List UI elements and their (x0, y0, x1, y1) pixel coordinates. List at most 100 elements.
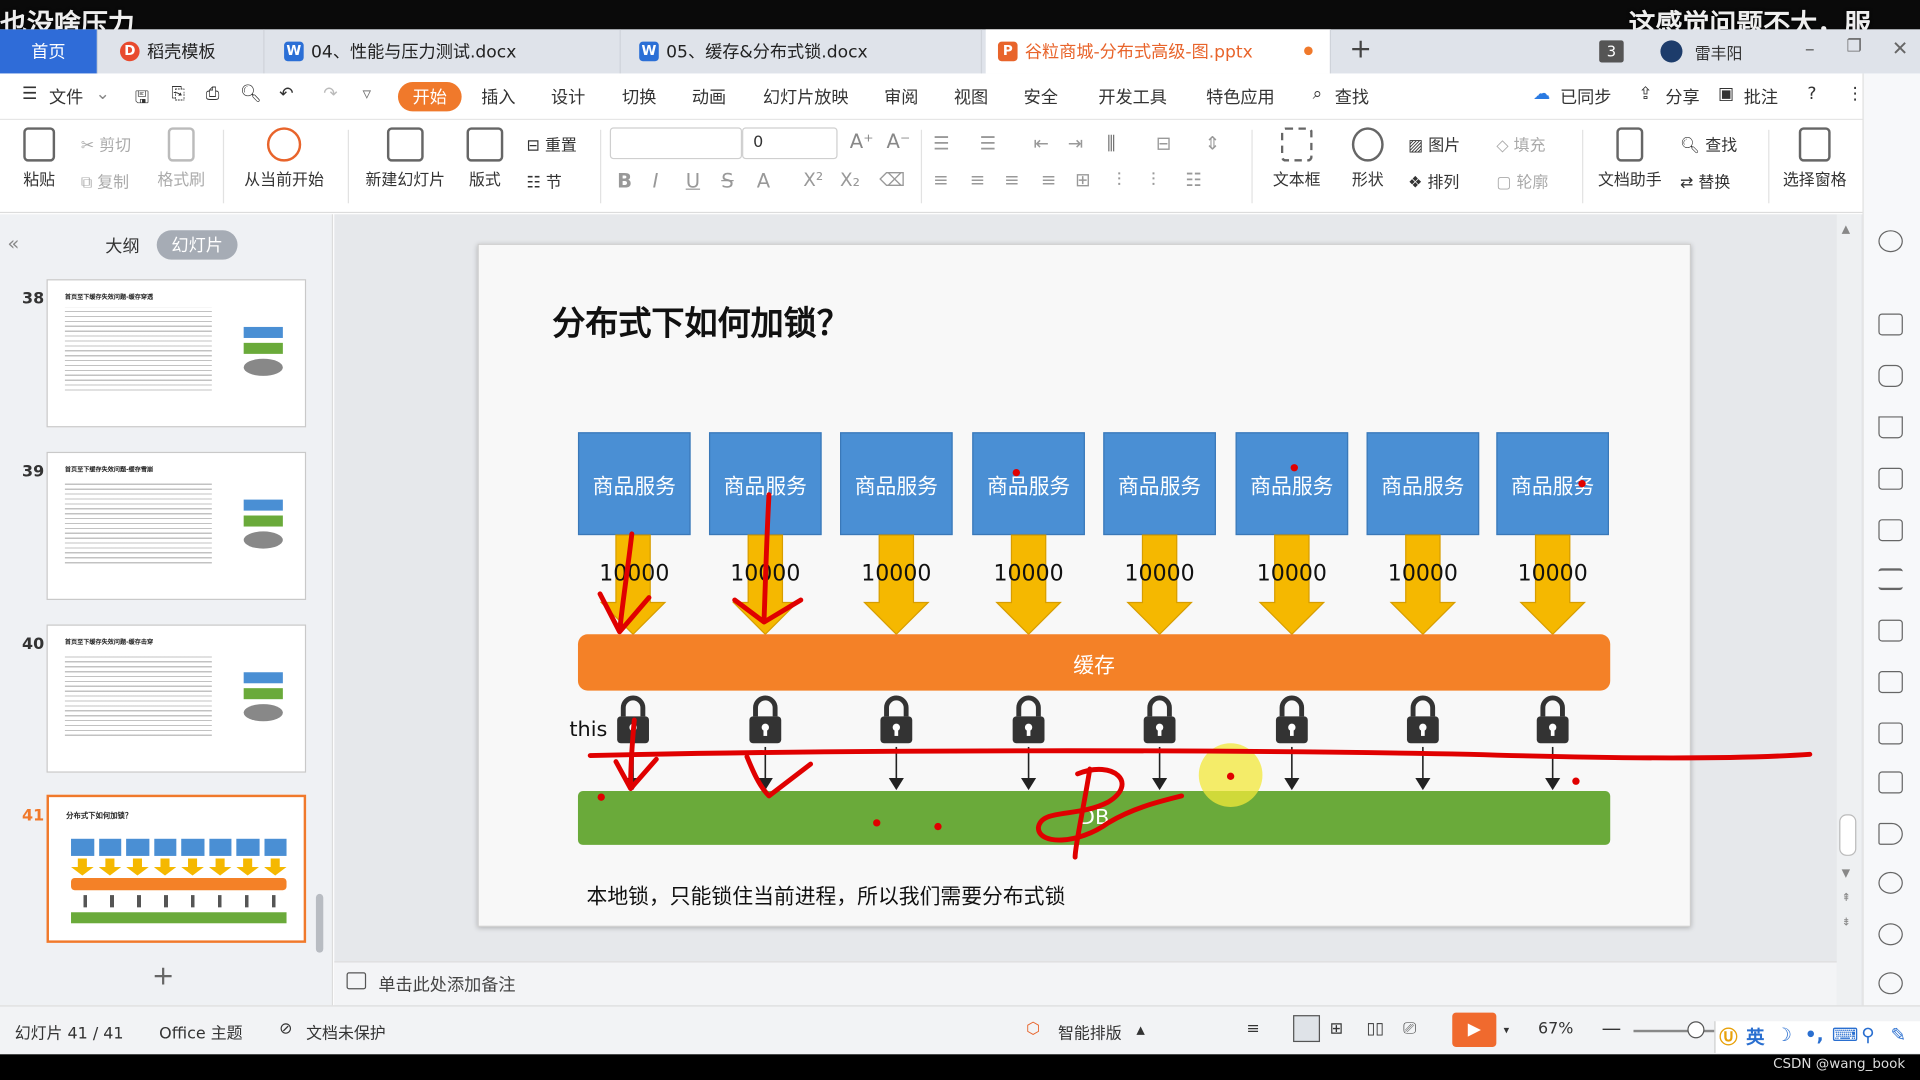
grid-icon[interactable] (1878, 467, 1903, 490)
slide-canvas[interactable]: 分布式下如何加锁？ 商品服务 商品服务 商品服务 商品服务 商品服务 商品服务 … (477, 243, 1692, 927)
outline-button[interactable]: ▢ 轮廓 (1496, 169, 1548, 192)
menu-special[interactable]: 特色应用 (1206, 84, 1275, 108)
tab-pptx-active[interactable]: P 谷粒商城-分布式高级-图.pptx (985, 29, 1332, 74)
slide-thumbnail-39[interactable]: 首页至下缓存失效问题-缓存雪崩 (46, 451, 307, 601)
user-name[interactable]: 雷丰阳 (1695, 40, 1743, 63)
slide-thumbnail-41[interactable]: 分布式下如何加锁？ (46, 794, 307, 943)
notes-placeholder[interactable]: 单击此处添加备注 (378, 972, 515, 996)
image-icon[interactable] (1878, 771, 1903, 794)
menu-insert[interactable]: 插入 (481, 84, 515, 108)
replace-button[interactable]: ⇄ 替换 (1680, 169, 1730, 192)
underline-icon[interactable]: U (686, 169, 700, 192)
ime-language[interactable]: 英 (1746, 1024, 1764, 1050)
export-panel-icon[interactable] (1878, 671, 1903, 694)
speaker-icon[interactable] (1878, 822, 1903, 845)
minimize-icon[interactable]: – (1805, 37, 1815, 60)
arrange-button[interactable]: ❖ 排列 (1408, 169, 1459, 192)
prev-slide-icon[interactable]: ⇞ (1842, 893, 1851, 905)
justify-icon[interactable]: ≡ (1041, 169, 1056, 191)
menu-view[interactable]: 视图 (954, 84, 988, 108)
paragraph-icon[interactable]: ☷ (1185, 169, 1201, 191)
doc-assistant-button[interactable]: 文档助手 (1594, 127, 1665, 190)
align-left-icon[interactable]: ≡ (933, 169, 948, 191)
shape-button[interactable]: 形状 (1342, 127, 1393, 190)
strikethrough-icon[interactable]: S (721, 169, 733, 192)
zoom-slider-handle[interactable] (1687, 1021, 1705, 1039)
more-dropdown-icon[interactable]: ▿ (362, 84, 371, 104)
subscript-icon[interactable]: X₂ (840, 169, 860, 191)
tab-home[interactable]: 首页 (0, 29, 98, 74)
history-icon[interactable] (1878, 923, 1903, 946)
tab-doc-04[interactable]: W 04、性能与压力测试.docx (272, 29, 621, 74)
columns-icon[interactable]: ⫶ (1117, 169, 1122, 191)
presenter-view-icon[interactable]: ⎚ (1403, 1020, 1416, 1038)
menu-design[interactable]: 设计 (551, 84, 585, 108)
copy-button[interactable]: ⧉ 复制 (81, 169, 129, 192)
clear-format-icon[interactable]: ⌫ (879, 169, 905, 191)
bullet-list-icon[interactable]: ☰ (933, 132, 949, 154)
new-tab-button[interactable]: + (1349, 34, 1372, 65)
menu-search[interactable]: 查找 (1335, 84, 1369, 108)
avatar[interactable] (1660, 40, 1683, 63)
punctuation-icon[interactable]: •, (1805, 1024, 1824, 1046)
chevron-down-icon[interactable]: ⌄ (96, 84, 110, 104)
search-icon[interactable]: ⌕ (1313, 84, 1323, 104)
redo-icon[interactable]: ↷ (323, 84, 337, 104)
menu-developer[interactable]: 开发工具 (1098, 84, 1167, 108)
user-icon[interactable]: ⚲ (1861, 1024, 1874, 1046)
zoom-out-icon[interactable]: — (1602, 1016, 1622, 1039)
next-slide-icon[interactable]: ⇟ (1842, 917, 1851, 929)
zoom-slider[interactable] (1633, 1029, 1720, 1033)
para-spacing-icon[interactable]: ⫶ (1151, 169, 1156, 191)
archive-icon[interactable] (1878, 722, 1903, 745)
indent-icon[interactable]: ⇥ (1068, 132, 1083, 154)
font-family-select[interactable] (609, 127, 743, 160)
chevron-up-icon[interactable]: ▲ (1136, 1025, 1144, 1037)
protect-status[interactable]: 文档未保护 (306, 1020, 386, 1043)
notes-toggle-icon[interactable]: ≡ (1247, 1020, 1260, 1038)
fill-button[interactable]: ◇ 填充 (1496, 132, 1545, 155)
textbox-button[interactable]: 文本框 (1264, 127, 1330, 190)
play-slideshow-button[interactable]: ▶ (1452, 1012, 1497, 1047)
picture-button[interactable]: ▨ 图片 (1408, 132, 1460, 155)
comment-button[interactable]: 批注 (1744, 84, 1778, 108)
slide-thumbnail-40[interactable]: 首页至下缓存失效问题-缓存击穿 (46, 624, 307, 773)
synced-status[interactable]: 已同步 (1560, 84, 1611, 108)
collapse-panel-icon[interactable]: « (7, 231, 19, 254)
italic-icon[interactable]: I (653, 169, 659, 192)
zoom-level[interactable]: 67% (1538, 1020, 1573, 1038)
theme-name[interactable]: Office 主题 (159, 1020, 242, 1043)
numbered-list-icon[interactable]: ☰ (980, 132, 996, 154)
add-slide-button[interactable]: + (152, 961, 175, 992)
font-color-icon[interactable]: A (757, 169, 770, 192)
save-icon[interactable]: 🖫 (135, 84, 150, 113)
menu-start[interactable]: 开始 (397, 82, 462, 112)
tab-outline[interactable]: 大纲 (105, 234, 139, 258)
print-preview-icon[interactable]: 🔍︎ (240, 84, 262, 104)
shape-panel-icon[interactable] (1878, 364, 1903, 387)
moon-icon[interactable]: ☽ (1776, 1024, 1792, 1046)
ime-logo-icon[interactable]: Ⓤ (1719, 1024, 1737, 1050)
print-icon[interactable]: ⎙ (206, 84, 220, 104)
db-bar[interactable]: DB (577, 791, 1611, 845)
bar-chart-icon[interactable] (1878, 519, 1903, 542)
menu-review[interactable]: 审阅 (884, 84, 918, 108)
tab-slides[interactable]: 幻灯片 (156, 230, 238, 260)
cut-button[interactable]: ✂ 剪切 (81, 132, 131, 155)
panel-scrollbar[interactable] (315, 893, 324, 953)
outdent-icon[interactable]: ⇤ (1033, 132, 1048, 154)
settings-sliders-icon[interactable] (1878, 568, 1903, 591)
align-right-icon[interactable]: ≡ (1004, 169, 1019, 191)
more-icon[interactable]: ⋮ (1847, 84, 1864, 104)
undo-icon[interactable]: ↶ (279, 84, 293, 104)
menu-security[interactable]: 安全 (1024, 84, 1058, 108)
paste-button[interactable]: 粘贴 (15, 127, 64, 190)
slide-thumbnail-38[interactable]: 首页至下缓存失效问题-缓存穿透 (46, 279, 307, 428)
menu-slideshow[interactable]: 幻灯片放映 (763, 84, 849, 108)
keyboard-icon[interactable]: ⌨ (1832, 1024, 1859, 1046)
menu-transition[interactable]: 切换 (622, 84, 656, 108)
decrease-font-icon[interactable]: A⁻ (887, 130, 911, 153)
menu-animation[interactable]: 动画 (692, 84, 726, 108)
play-options-icon[interactable]: ▾ (1504, 1025, 1510, 1037)
section-button[interactable]: ☷ 节 (527, 169, 562, 192)
